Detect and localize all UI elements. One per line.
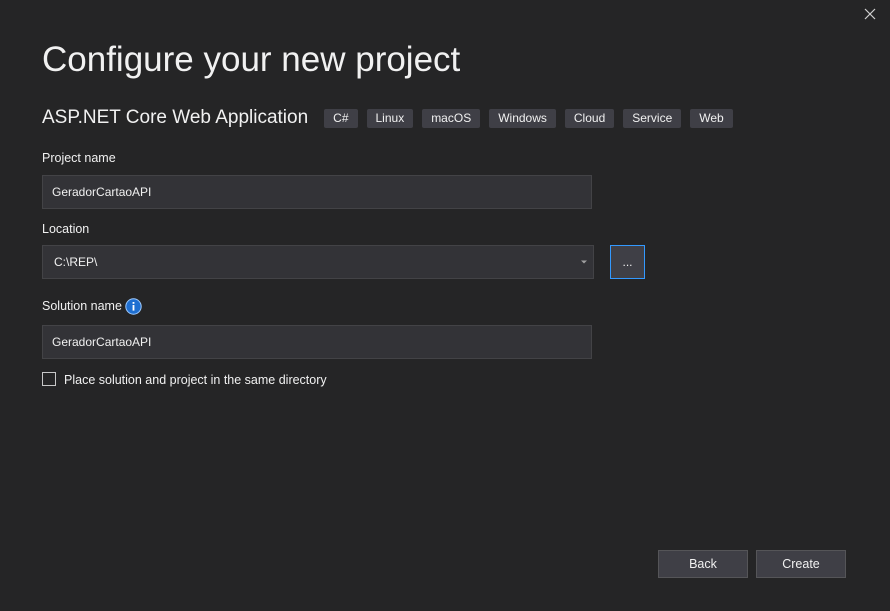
- close-button[interactable]: [861, 5, 879, 23]
- chevron-down-icon: [581, 260, 587, 264]
- tag-linux: Linux: [366, 108, 414, 128]
- template-name: ASP.NET Core Web Application: [42, 107, 309, 128]
- back-button-label: Back: [689, 557, 717, 571]
- location-dropdown-button[interactable]: [575, 246, 593, 278]
- tag-macos: macOS: [422, 108, 481, 128]
- location-label: Location: [42, 222, 90, 236]
- browse-button-label: ...: [622, 255, 633, 269]
- page-title: Configure your new project: [42, 40, 461, 79]
- tag-windows: Windows: [489, 108, 556, 128]
- project-name-input[interactable]: [42, 175, 592, 209]
- close-icon: [864, 8, 876, 20]
- tag-cloud: Cloud: [564, 108, 615, 128]
- solution-name-label: Solution name: [42, 299, 122, 313]
- browse-button[interactable]: ...: [610, 245, 645, 279]
- info-icon[interactable]: [125, 298, 142, 315]
- same-directory-label[interactable]: Place solution and project in the same d…: [64, 373, 327, 387]
- tag-csharp: C#: [324, 108, 358, 128]
- location-value[interactable]: C:\REP\: [43, 255, 575, 269]
- back-button[interactable]: Back: [658, 550, 748, 578]
- tag-web: Web: [690, 108, 733, 128]
- create-button[interactable]: Create: [756, 550, 846, 578]
- location-combobox[interactable]: C:\REP\: [42, 245, 594, 279]
- tag-service: Service: [623, 108, 682, 128]
- project-name-label: Project name: [42, 151, 116, 165]
- same-directory-checkbox[interactable]: [42, 372, 56, 386]
- solution-name-input[interactable]: [42, 325, 592, 359]
- create-button-label: Create: [782, 557, 820, 571]
- template-row: ASP.NET Core Web Application C# Linux ma…: [42, 106, 742, 130]
